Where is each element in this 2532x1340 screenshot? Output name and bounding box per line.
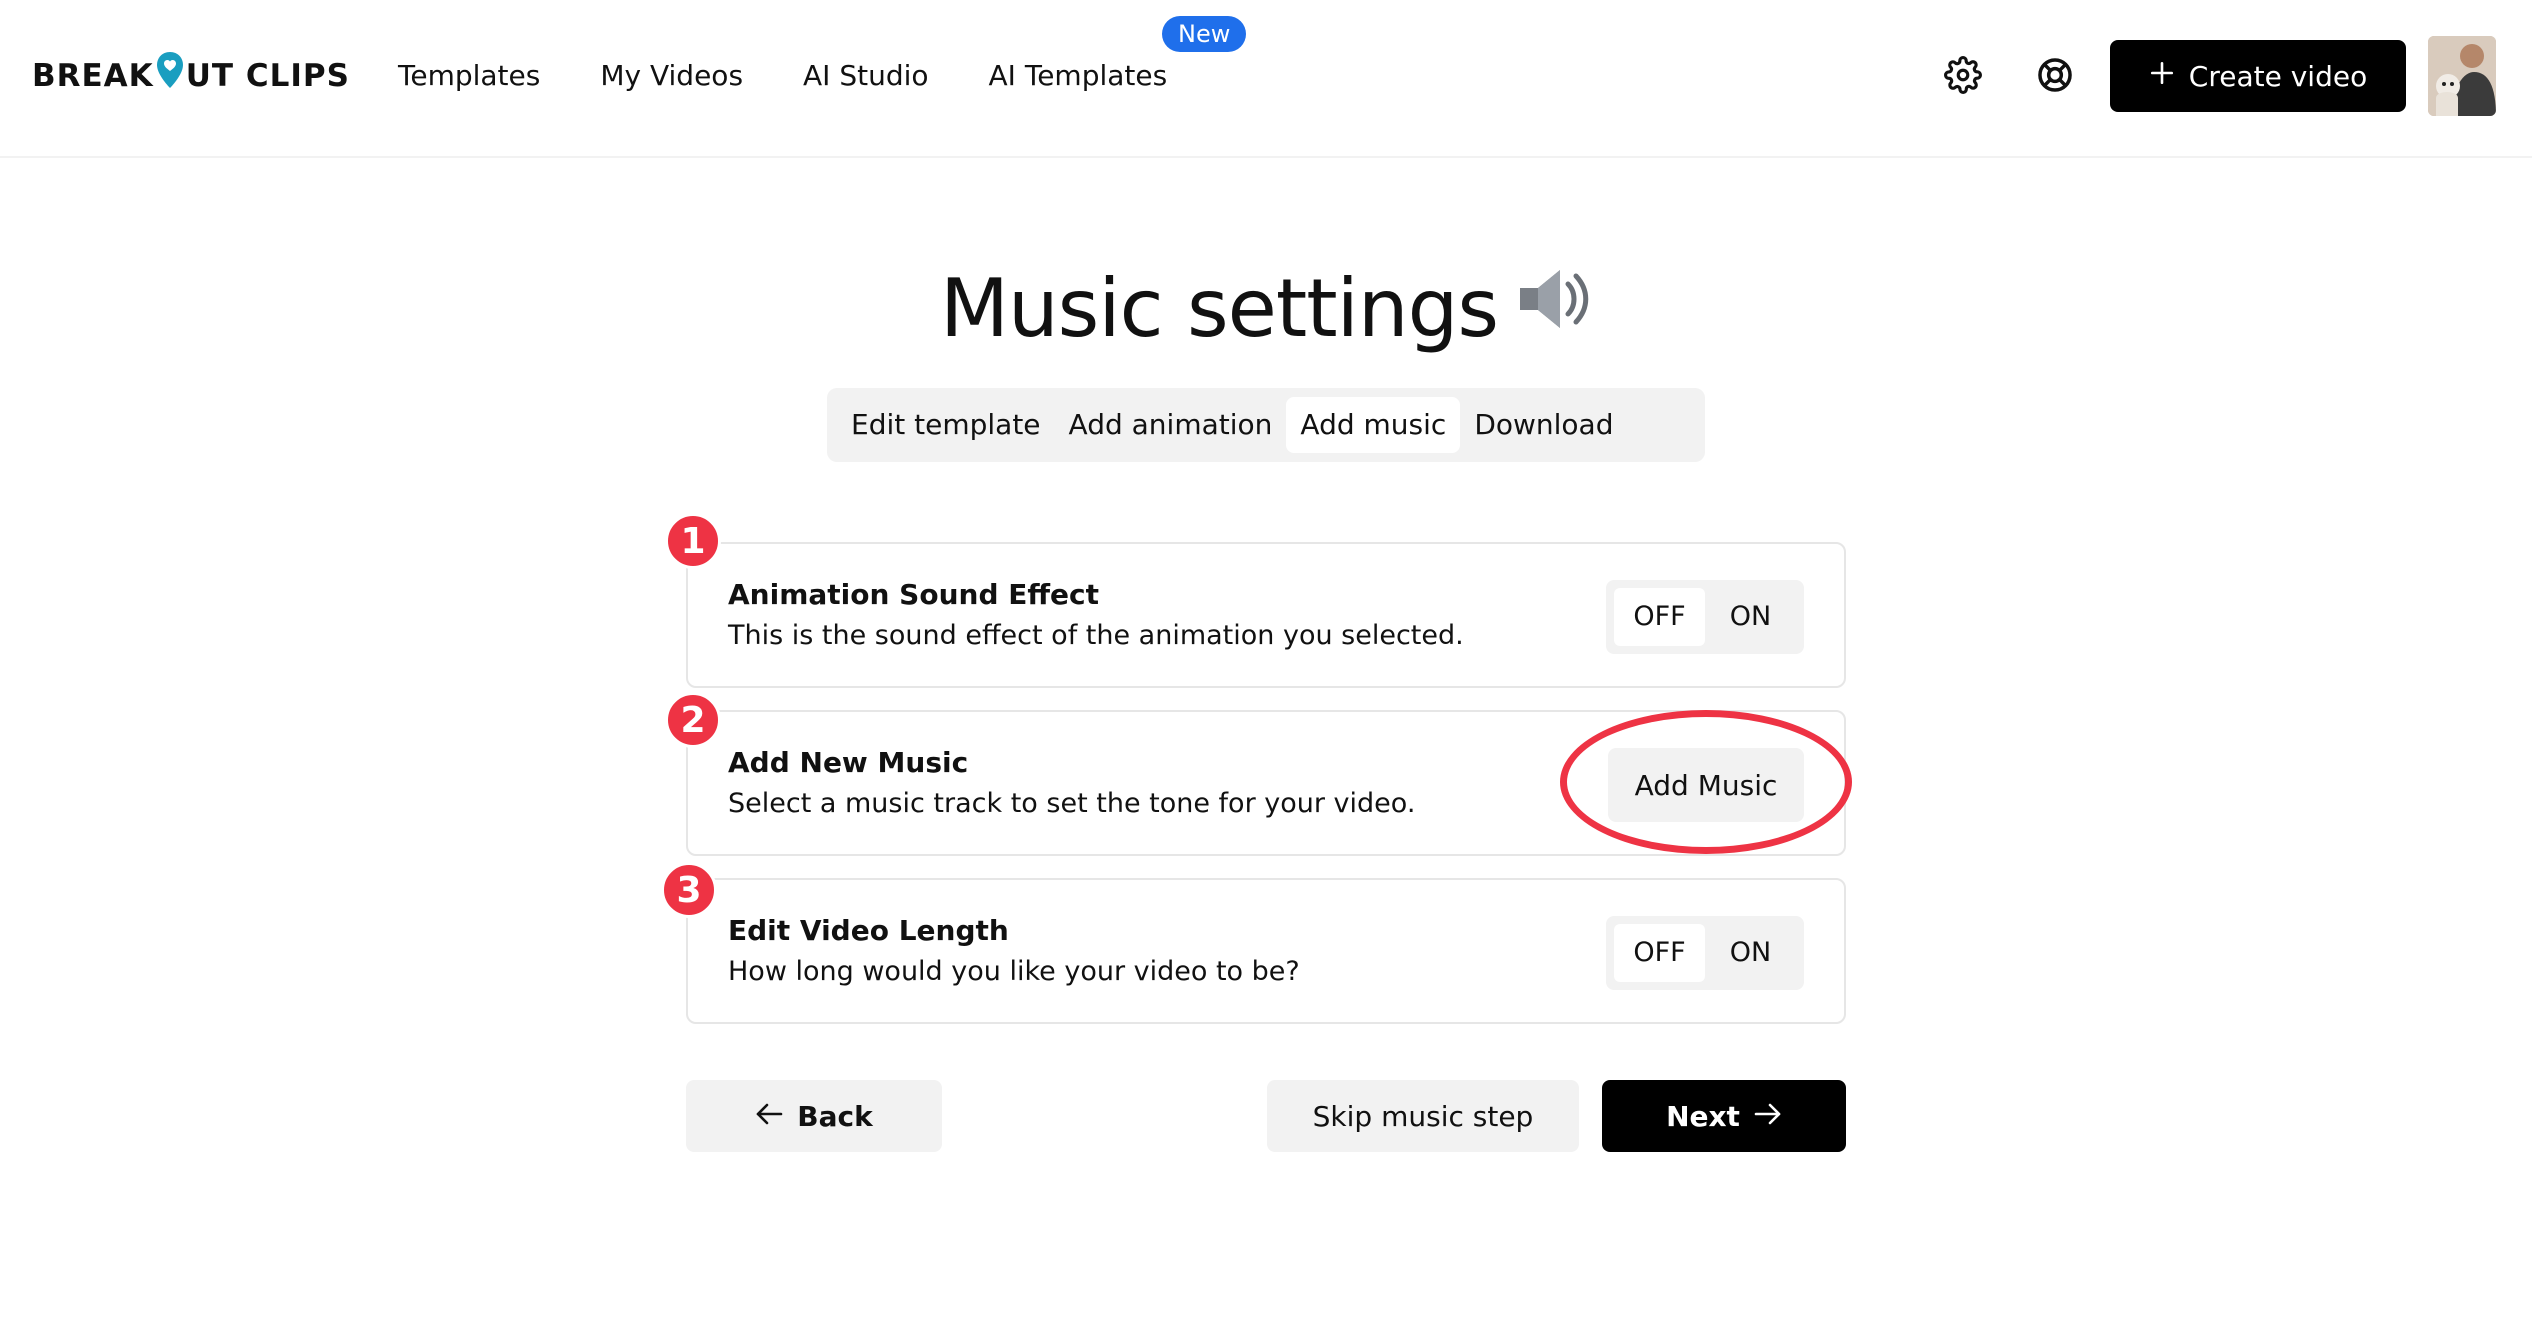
avatar[interactable] <box>2428 36 2496 116</box>
arrow-right-icon <box>1754 1100 1782 1133</box>
highlight-circle <box>1560 710 1852 854</box>
step-number-badge: 2 <box>665 692 721 748</box>
animation-sound-card: Animation Sound Effect This is the sound… <box>686 542 1846 688</box>
edit-video-length-card: Edit Video Length How long would you lik… <box>686 878 1846 1024</box>
create-video-label: Create video <box>2188 59 2368 93</box>
logo-pin-icon <box>155 50 185 90</box>
top-navbar: BREAK UT CLIPS Templates My Videos AI St… <box>0 0 2532 158</box>
toggle-off[interactable]: OFF <box>1614 924 1705 982</box>
card-title: Edit Video Length <box>728 914 1009 947</box>
skip-music-button[interactable]: Skip music step <box>1267 1080 1579 1152</box>
toggle-on[interactable]: ON <box>1705 588 1796 646</box>
toggle-on[interactable]: ON <box>1705 924 1796 982</box>
step-tabs: Edit template Add animation Add music Do… <box>827 388 1705 462</box>
page-title: Music settings <box>0 262 2532 361</box>
create-video-button[interactable]: Create video <box>2110 40 2406 112</box>
speaker-icon <box>1514 262 1592 355</box>
video-length-toggle[interactable]: OFF ON <box>1606 916 1804 990</box>
card-description: This is the sound effect of the animatio… <box>728 620 1464 651</box>
main-nav: Templates My Videos AI Studio AI Templat… <box>398 50 1227 100</box>
logo-text-left: BREAK <box>32 58 154 94</box>
step-number-badge: 3 <box>661 862 717 918</box>
logo-text-right: UT CLIPS <box>185 58 350 94</box>
card-description: Select a music track to set the tone for… <box>728 788 1416 819</box>
nav-my-videos[interactable]: My Videos <box>600 59 743 92</box>
animation-sound-toggle[interactable]: OFF ON <box>1606 580 1804 654</box>
arrow-left-icon <box>755 1100 783 1133</box>
tab-add-animation[interactable]: Add animation <box>1055 397 1287 453</box>
next-button[interactable]: Next <box>1602 1080 1846 1152</box>
next-label: Next <box>1666 1099 1740 1133</box>
nav-ai-templates[interactable]: AI Templates <box>989 59 1168 92</box>
toggle-off[interactable]: OFF <box>1614 588 1705 646</box>
gear-icon[interactable] <box>1944 56 1982 94</box>
card-title: Add New Music <box>728 746 969 779</box>
nav-templates[interactable]: Templates <box>398 59 540 92</box>
step-number-badge: 1 <box>665 513 721 569</box>
back-label: Back <box>797 1099 873 1133</box>
back-button[interactable]: Back <box>686 1080 942 1152</box>
new-badge: New <box>1162 16 1247 52</box>
card-description: How long would you like your video to be… <box>728 956 1300 987</box>
plus-icon <box>2149 60 2175 93</box>
tab-edit-template[interactable]: Edit template <box>837 397 1055 453</box>
nav-ai-studio[interactable]: AI Studio <box>803 59 929 92</box>
tab-add-music[interactable]: Add music <box>1286 397 1461 453</box>
page-title-text: Music settings <box>939 262 1499 355</box>
tab-download[interactable]: Download <box>1460 397 1627 453</box>
logo[interactable]: BREAK UT CLIPS <box>32 52 350 100</box>
help-lifebuoy-icon[interactable] <box>2036 56 2074 94</box>
card-title: Animation Sound Effect <box>728 578 1100 611</box>
